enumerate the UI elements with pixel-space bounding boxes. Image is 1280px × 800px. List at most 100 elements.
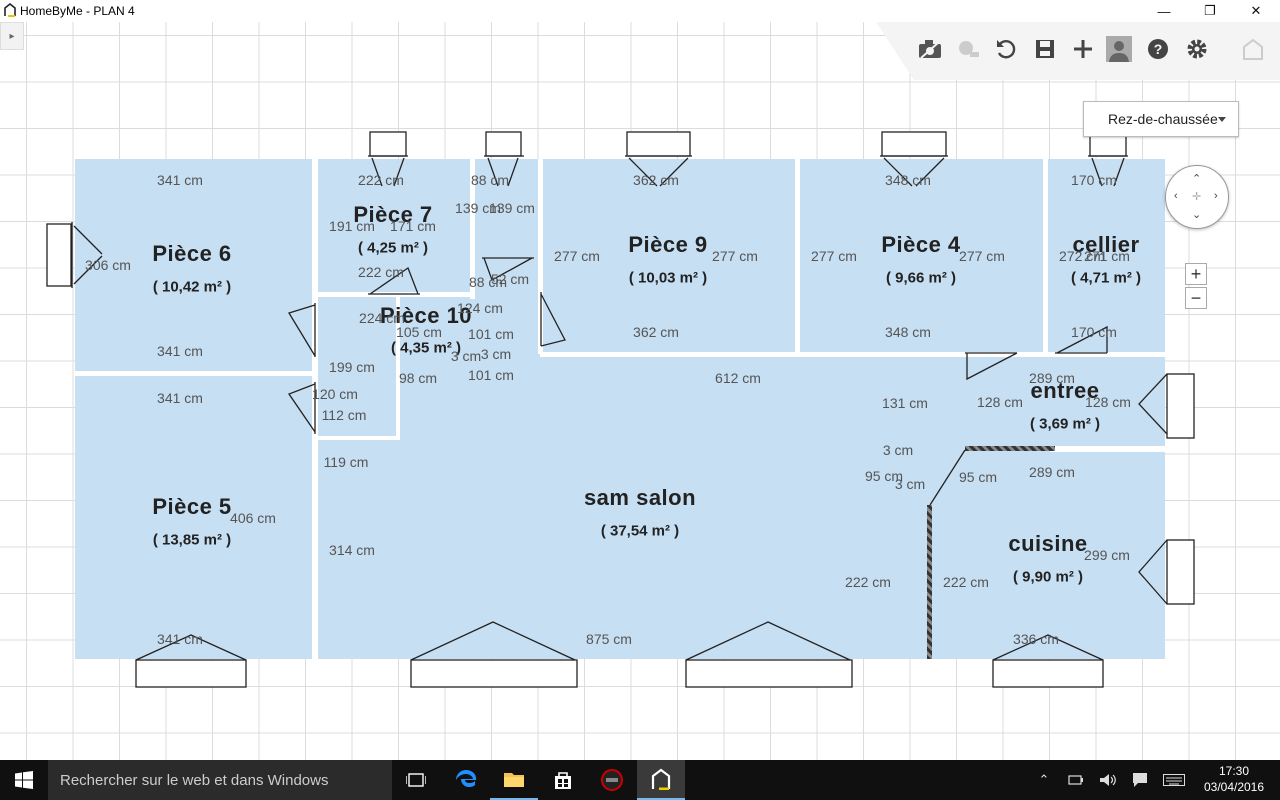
room-name[interactable]: sam salon xyxy=(584,485,696,511)
dimension-label: 128 cm xyxy=(1085,394,1131,410)
dimension-label: 88 cm xyxy=(470,172,510,188)
dimension-label: 191 cm xyxy=(329,218,375,234)
zoom-in-button[interactable]: + xyxy=(1185,263,1207,285)
dimension-label: 289 cm xyxy=(1029,370,1075,386)
dimension-label: 95 cm xyxy=(958,469,998,485)
camera-icon[interactable] xyxy=(917,36,943,62)
notifications-icon[interactable] xyxy=(1128,760,1152,800)
chevron-up-icon[interactable]: ⌃ xyxy=(1032,760,1056,800)
task-view-icon[interactable] xyxy=(392,760,440,800)
dimension-label: 101 cm xyxy=(468,367,514,383)
dimension-label: 170 cm xyxy=(1071,324,1117,340)
dimension-label: 171 cm xyxy=(390,218,436,234)
settings-icon[interactable] xyxy=(1184,36,1210,62)
clock-date: 03/04/2016 xyxy=(1203,780,1265,794)
dimension-label: 120 cm xyxy=(312,386,358,402)
room-name[interactable]: Pièce 6 xyxy=(152,241,231,267)
zoom-out-button[interactable]: − xyxy=(1185,287,1207,309)
user-icon[interactable] xyxy=(1106,36,1132,62)
search-3d-icon[interactable] xyxy=(955,36,981,62)
pan-right-icon[interactable]: › xyxy=(1214,190,1218,202)
dimension-label: 119 cm xyxy=(323,454,369,470)
room-area: ( 3,69 m² ) xyxy=(1029,415,1101,433)
center-icon[interactable]: ✛ xyxy=(1192,190,1201,203)
dimension-label: 341 cm xyxy=(157,631,203,647)
file-explorer-icon[interactable] xyxy=(490,760,538,800)
windows-icon xyxy=(15,771,33,789)
room-area: ( 4,25 m² ) xyxy=(357,239,429,257)
undo-icon[interactable] xyxy=(993,36,1019,62)
room-area: ( 4,71 m² ) xyxy=(1070,269,1142,287)
dimension-label: 299 cm xyxy=(1084,547,1130,563)
room-name[interactable]: Pièce 4 xyxy=(881,232,960,258)
dimension-label: 3 cm xyxy=(480,346,512,362)
dimension-label: 314 cm xyxy=(329,542,375,558)
taskbar-search-input[interactable]: Rechercher sur le web et dans Windows xyxy=(48,760,392,800)
room-area: ( 9,66 m² ) xyxy=(885,269,957,287)
clock-time: 17:30 xyxy=(1218,764,1250,778)
dimension-label: 277 cm xyxy=(959,248,1005,264)
dimension-label: 139 cm xyxy=(489,200,535,216)
dimension-label: 341 cm xyxy=(157,172,203,188)
room-name[interactable]: Pièce 9 xyxy=(628,232,707,258)
level-select[interactable]: Rez-de-chaussée xyxy=(1083,101,1239,137)
room-area: ( 37,54 m² ) xyxy=(600,522,680,540)
dimension-label: 362 cm xyxy=(633,324,679,340)
room-name[interactable]: Pièce 5 xyxy=(152,494,231,520)
dimension-label: 3 cm xyxy=(882,442,914,458)
dimension-label: 124 cm xyxy=(457,300,503,316)
asus-app-icon[interactable] xyxy=(588,760,636,800)
dimension-label: 612 cm xyxy=(715,370,761,386)
dimension-label: 348 cm xyxy=(885,324,931,340)
dimension-label: 112 cm xyxy=(321,407,367,423)
room-area: ( 10,03 m² ) xyxy=(628,269,708,287)
dimension-label: 98 cm xyxy=(398,370,438,386)
windows-taskbar: Rechercher sur le web et dans Windows ⌃ … xyxy=(0,760,1280,800)
dimension-label: 306 cm xyxy=(85,257,131,273)
volume-icon[interactable] xyxy=(1096,760,1120,800)
dimension-label: 222 cm xyxy=(943,574,989,590)
home-icon[interactable] xyxy=(1240,36,1266,62)
pan-up-icon[interactable]: ⌃ xyxy=(1192,172,1201,185)
homebyme-taskbar-icon[interactable] xyxy=(637,760,685,800)
dimension-label: 222 cm xyxy=(845,574,891,590)
room-area: ( 9,90 m² ) xyxy=(1012,568,1084,586)
dimension-label: 341 cm xyxy=(157,343,203,359)
svg-text:?: ? xyxy=(1154,41,1163,57)
dimension-label: 222 cm xyxy=(358,172,404,188)
dimension-label: 277 cm xyxy=(811,248,857,264)
start-button[interactable] xyxy=(0,760,48,800)
level-select-value: Rez-de-chaussée xyxy=(1108,111,1218,127)
edge-browser-icon[interactable] xyxy=(442,760,490,800)
help-icon[interactable]: ? xyxy=(1145,36,1171,62)
room-name[interactable]: cuisine xyxy=(1008,531,1087,557)
dimension-label: 348 cm xyxy=(885,172,931,188)
dimension-label: 289 cm xyxy=(1029,464,1075,480)
pan-left-icon[interactable]: ‹ xyxy=(1174,190,1178,202)
dimension-label: 875 cm xyxy=(586,631,632,647)
dimension-label: 362 cm xyxy=(633,172,679,188)
chevron-down-icon xyxy=(1218,117,1226,122)
store-icon[interactable] xyxy=(539,760,587,800)
navigation-pad[interactable]: ⌃ ⌄ ‹ › ✛ xyxy=(1165,165,1229,229)
save-icon[interactable] xyxy=(1032,36,1058,62)
taskbar-clock[interactable]: 17:30 03/04/2016 xyxy=(1196,763,1272,795)
dimension-label: 277 cm xyxy=(554,248,600,264)
room-area: ( 13,85 m² ) xyxy=(152,531,232,549)
add-icon[interactable] xyxy=(1070,36,1096,62)
dimension-label: 101 cm xyxy=(468,326,514,342)
power-icon[interactable] xyxy=(1064,760,1088,800)
dimension-label: 105 cm xyxy=(396,324,442,340)
dimension-label: 128 cm xyxy=(977,394,1023,410)
dimension-label: 170 cm xyxy=(1071,172,1117,188)
dimension-label: 336 cm xyxy=(1013,631,1059,647)
dimension-label: 131 cm xyxy=(882,395,928,411)
room-area: ( 10,42 m² ) xyxy=(152,278,232,296)
dimension-label: 199 cm xyxy=(329,359,375,375)
pan-down-icon[interactable]: ⌄ xyxy=(1192,208,1201,221)
dimension-label: 341 cm xyxy=(157,390,203,406)
dimension-label: 277 cm xyxy=(712,248,758,264)
keyboard-icon[interactable] xyxy=(1160,760,1188,800)
dimension-label: 271 cm xyxy=(1084,248,1130,264)
dimension-label: 3 cm xyxy=(450,348,482,364)
